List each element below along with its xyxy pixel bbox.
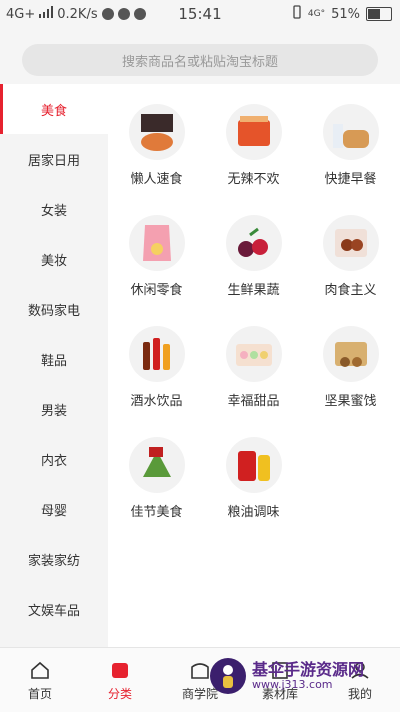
chips-bag-icon	[128, 215, 185, 271]
notification-icon	[101, 8, 114, 20]
subcategory-label: 幸福甜品	[227, 394, 280, 409]
status-right: 4G° 51%	[292, 5, 400, 23]
macaron-icon	[225, 326, 282, 382]
signal-icon	[39, 6, 54, 22]
search-area: 搜索商品名或粘贴淘宝标题	[0, 28, 400, 84]
subcategory-label: 生鲜果蔬	[227, 283, 280, 298]
sidebar-item-label: 文娱车品	[27, 603, 80, 619]
subcategory-label: 坚果蜜饯	[324, 394, 377, 409]
clock: 15:41	[178, 5, 222, 23]
subcategory-grid: 懒人速食 无辣不欢 快捷早餐休闲零食 生鲜果蔬 肉食主义酒水饮品 幸福甜品 坚果蜜饯佳节美食…	[108, 104, 400, 520]
subcategory-label: 酒水饮品	[130, 394, 183, 409]
subcategory-panel: 懒人速食 无辣不欢 快捷早餐休闲零食 生鲜果蔬 肉食主义酒水饮品 幸福甜品 坚果蜜饯佳节美食…	[108, 84, 400, 647]
subcategory-item[interactable]: 懒人速食	[108, 104, 205, 187]
instant-noodles-icon	[128, 104, 185, 160]
home-icon	[29, 659, 51, 681]
zongzi-icon	[128, 437, 185, 493]
sidebar-item[interactable]: 家装家纺	[0, 534, 108, 584]
sidebar-item[interactable]: 鞋品	[0, 334, 108, 384]
secondary-network: 4G°	[307, 9, 326, 19]
category-icon	[109, 659, 131, 681]
subcategory-label: 佳节美食	[130, 505, 183, 520]
nav-tab[interactable]: 分类	[80, 648, 160, 712]
subcategory-item[interactable]: 无辣不欢	[205, 104, 302, 187]
watermark-url: www.j313.com	[252, 677, 333, 691]
store-icon	[189, 659, 211, 681]
search-input[interactable]: 搜索商品名或粘贴淘宝标题	[22, 44, 378, 76]
nav-tab[interactable]: 首页	[0, 648, 80, 712]
subcategory-label: 休闲零食	[130, 283, 183, 298]
message-icon	[133, 8, 146, 20]
subcategory-item[interactable]: 粮油调味	[205, 437, 302, 520]
subcategory-item[interactable]: 休闲零食	[108, 215, 205, 298]
subcategory-label: 粮油调味	[227, 505, 280, 520]
sidebar-item-label: 美妆	[40, 253, 67, 269]
subcategory-item[interactable]: 佳节美食	[108, 437, 205, 520]
watermark-title: 基伞手游资源网	[252, 660, 365, 680]
sidebar-item-label: 美食	[40, 103, 67, 119]
battery-percent: 51%	[331, 6, 360, 22]
subcategory-item[interactable]: 酒水饮品	[108, 326, 205, 409]
battery-icon	[366, 7, 392, 21]
sidebar-item[interactable]: 美妆	[0, 234, 108, 284]
sidebar-item[interactable]: 文娱车品	[0, 584, 108, 634]
sidebar-item[interactable]: 女装	[0, 184, 108, 234]
sidebar-item-label: 居家日用	[27, 153, 80, 169]
sidebar-item-label: 内衣	[40, 453, 67, 469]
sidebar-item-label: 母婴	[40, 503, 67, 519]
chat-icon	[117, 8, 130, 20]
sidebar-item-label: 家装家纺	[27, 553, 80, 569]
sidebar-item[interactable]: 居家日用	[0, 134, 108, 184]
sidebar-item-label: 男装	[40, 403, 67, 419]
nav-tab-label: 分类	[107, 686, 132, 701]
watermark: 基伞手游资源网 www.j313.com	[210, 656, 394, 696]
network-speed: 0.2K/s	[57, 6, 98, 22]
subcategory-label: 无辣不欢	[227, 172, 280, 187]
spicy-snack-icon	[225, 104, 282, 160]
category-sidebar: 美食居家日用女装美妆数码家电鞋品男装内衣母婴家装家纺文娱车品	[0, 84, 108, 647]
nuts-box-icon	[322, 326, 379, 382]
watermark-logo-icon	[210, 658, 246, 694]
rice-oil-icon	[225, 437, 282, 493]
subcategory-label: 肉食主义	[324, 283, 377, 298]
subcategory-item[interactable]: 坚果蜜饯	[302, 326, 399, 409]
vibrate-icon	[292, 5, 302, 23]
meat-icon	[322, 215, 379, 271]
subcategory-item[interactable]: 快捷早餐	[302, 104, 399, 187]
sidebar-item-label: 鞋品	[40, 353, 67, 369]
sidebar-item[interactable]: 男装	[0, 384, 108, 434]
subcategory-item[interactable]: 肉食主义	[302, 215, 399, 298]
drinks-icon	[128, 326, 185, 382]
status-bar: 4G+ 0.2K/s 15:41 4G° 51%	[0, 0, 400, 28]
status-left: 4G+ 0.2K/s	[0, 6, 146, 22]
sidebar-item-label: 女装	[40, 203, 67, 219]
subcategory-item[interactable]: 生鲜果蔬	[205, 215, 302, 298]
sidebar-item-label: 数码家电	[27, 303, 80, 319]
sidebar-item[interactable]: 母婴	[0, 484, 108, 534]
sidebar-item[interactable]: 美食	[0, 84, 108, 134]
fresh-fruit-icon	[225, 215, 282, 271]
nav-tab-label: 首页	[27, 686, 52, 701]
network-type: 4G+	[6, 6, 36, 22]
subcategory-label: 快捷早餐	[324, 172, 377, 187]
subcategory-label: 懒人速食	[130, 172, 183, 187]
subcategory-item[interactable]: 幸福甜品	[205, 326, 302, 409]
sidebar-item[interactable]: 数码家电	[0, 284, 108, 334]
bread-milk-icon	[322, 104, 379, 160]
sidebar-item[interactable]: 内衣	[0, 434, 108, 484]
